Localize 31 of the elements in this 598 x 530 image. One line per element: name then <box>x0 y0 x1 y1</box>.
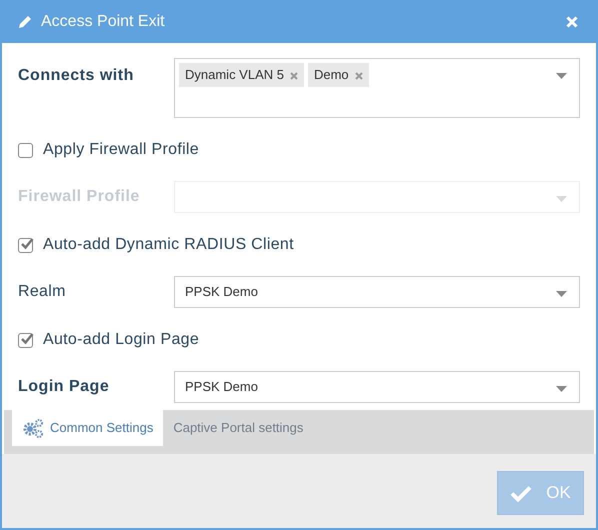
caret-icon <box>556 386 567 392</box>
field-label: Realm <box>18 282 67 302</box>
checkbox-label: Apply Firewall Profile <box>43 140 199 160</box>
checkbox-label: Auto-add Login Page <box>43 330 200 350</box>
checkbox[interactable] <box>18 142 33 158</box>
caret-icon <box>556 291 567 297</box>
tab[interactable]: Common Settings <box>12 410 164 446</box>
checkmark-icon <box>510 484 532 502</box>
select-value: PPSK Demo <box>185 378 258 396</box>
remove-icon[interactable] <box>354 72 363 80</box>
pencil-icon <box>18 14 32 28</box>
checkbox-label: Auto-add Dynamic RADIUS Client <box>43 235 294 255</box>
tag-text: Dynamic VLAN 5 <box>185 66 284 84</box>
select-field[interactable]: PPSK Demo <box>174 276 580 308</box>
field-label: Firewall Profile <box>18 187 141 207</box>
caret-icon <box>556 73 567 79</box>
gears-icon <box>22 418 44 438</box>
multi-select-field[interactable]: Dynamic VLAN 5 Demo <box>174 58 580 118</box>
remove-icon[interactable] <box>290 72 298 80</box>
tag-text: Demo <box>314 66 349 84</box>
select-value: PPSK Demo <box>185 283 258 302</box>
close-icon[interactable] <box>566 16 578 28</box>
checkbox[interactable] <box>18 238 33 252</box>
caret-icon <box>556 196 567 202</box>
select-field[interactable]: PPSK Demo <box>174 371 580 403</box>
field-label: Login Page <box>18 377 110 397</box>
check-icon <box>20 332 34 344</box>
window-title: Access Point Exit <box>41 12 165 32</box>
checkbox[interactable] <box>18 332 33 348</box>
field-label: Connects with <box>18 66 135 86</box>
check-icon <box>20 238 34 250</box>
